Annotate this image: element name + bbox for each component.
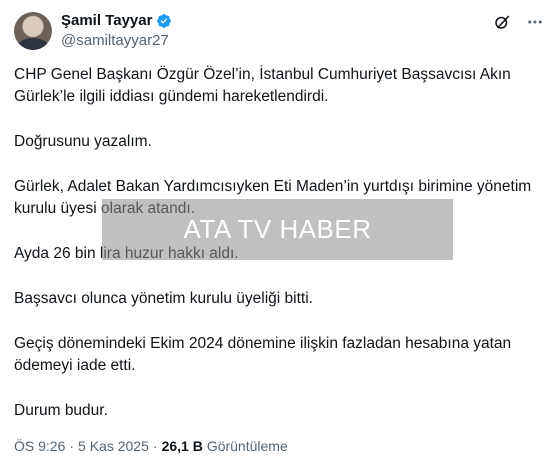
views-label: Görüntüleme (206, 438, 288, 454)
watermark-text: ATA TV HABER (183, 214, 372, 244)
watermark-overlay: ATA TV HABER (102, 199, 453, 260)
author-handle[interactable]: @samiltayyar27 (61, 32, 169, 49)
tweet-paragraph: CHP Genel Başkanı Özgür Özel’in, İstanbu… (14, 66, 511, 105)
tweet-paragraph: Geçiş dönemindeki Ekim 2024 dönemine ili… (14, 335, 512, 374)
tweet-card: Şamil Tayyar @samiltayyar27 CHP Genel Ba… (0, 0, 557, 462)
author-row: Şamil Tayyar (61, 12, 172, 29)
tweet-meta: ÖS 9:26 · 5 Kas 2025 · 26,1 B Görüntülem… (14, 438, 288, 454)
views-count: 26,1 B (161, 438, 203, 454)
post-time[interactable]: ÖS 9:26 (14, 438, 65, 454)
author-name[interactable]: Şamil Tayyar (61, 12, 152, 29)
avatar[interactable] (14, 12, 52, 50)
meta-separator: · (69, 438, 75, 454)
post-date[interactable]: 5 Kas 2025 (78, 438, 149, 454)
more-icon[interactable] (525, 13, 545, 31)
meta-separator: · (152, 438, 158, 454)
avatar-shoulders (17, 38, 49, 50)
tweet-paragraph: Durum budur. (14, 402, 108, 419)
tweet-paragraph: Başsavcı olunca yönetim kurulu üyeliği b… (14, 290, 313, 307)
header-actions (493, 13, 545, 31)
verified-badge-icon (157, 13, 172, 28)
grok-icon[interactable] (493, 13, 511, 31)
tweet-paragraph: Doğrusunu yazalım. (14, 133, 152, 150)
